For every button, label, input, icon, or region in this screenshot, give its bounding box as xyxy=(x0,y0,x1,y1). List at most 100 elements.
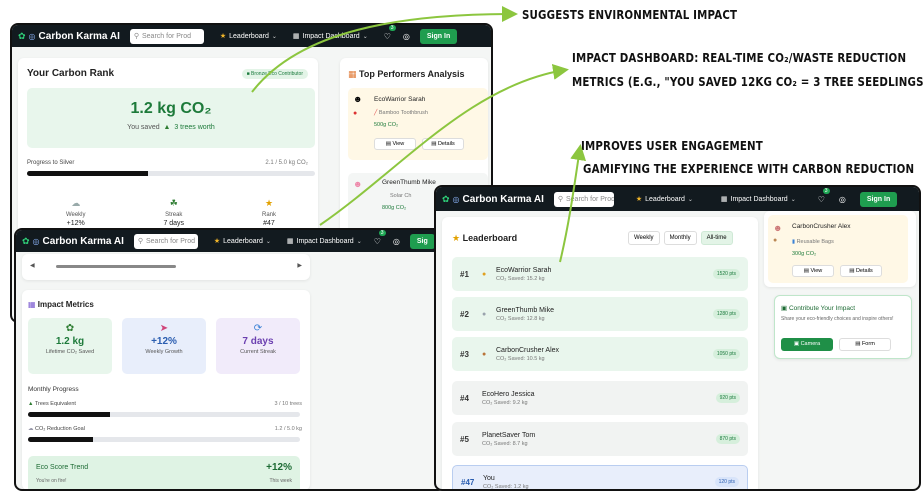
trees-label-text: Trees Equivalent xyxy=(34,401,76,407)
row-rank: #5 xyxy=(460,434,469,444)
search-placeholder: Search for Prod xyxy=(566,195,614,203)
notification-bell[interactable]: ♡ 3 xyxy=(384,25,396,41)
search-icon: ⚲ xyxy=(133,33,139,40)
trees-progress-bar xyxy=(28,412,300,417)
performer-card-3: ☻ CarbonCrusher Alex ● ▮ Reusable Bags 3… xyxy=(768,215,908,283)
app-logo[interactable]: ✿ ◎ Carbon Karma AI xyxy=(442,194,544,205)
annotation-environmental: SUGGESTS ENVIRONMENTAL IMPACT xyxy=(522,7,738,22)
leaf-icon: ✿ xyxy=(65,323,75,334)
stat-streak: ☘ Streak 7 days xyxy=(163,198,184,227)
view-label: View xyxy=(392,141,405,147)
view-button[interactable]: ▤ View xyxy=(374,138,416,150)
tab-weekly[interactable]: Weekly xyxy=(628,231,660,245)
form-label: Form xyxy=(861,341,875,347)
progress-bar-fill xyxy=(27,171,148,176)
performer-name: CarbonCrusher Alex xyxy=(792,223,851,230)
scrollbar-thumb[interactable] xyxy=(56,265,176,268)
chart-icon: ▦ xyxy=(720,196,728,203)
sign-in-button[interactable]: Sign In xyxy=(859,191,898,207)
row-user: EcoWarrior Sarah CO₂ Saved: 15.2 kg xyxy=(496,267,713,282)
tab-monthly[interactable]: Monthly xyxy=(663,231,697,245)
chevron-down-icon: ⌄ xyxy=(790,196,796,203)
trees-label: ▲ Trees Equivalent xyxy=(28,401,76,407)
search-input[interactable]: ⚲ Search for Prod xyxy=(133,233,198,249)
collage-canvas: { "annotations": { "a1": "SUGGESTS ENVIR… xyxy=(0,0,924,493)
progress-label: Progress to Silver xyxy=(27,160,75,166)
notification-bell[interactable]: ♡ 3 xyxy=(817,187,830,204)
co2-amount: 1.2 kg CO₂ xyxy=(130,100,212,117)
product-co2: 800g CO₂ xyxy=(382,205,407,211)
nav-impact-dashboard[interactable]: ▦ Impact Dashboard ⌄ xyxy=(287,237,362,246)
points-badge: 120 pts xyxy=(714,477,739,487)
co2-summary: 1.2 kg CO₂ You saved ▲ 3 trees worth xyxy=(27,88,315,148)
form-button[interactable]: ▤ Form xyxy=(839,338,891,351)
eco-trend-box: Eco Score Trend +12% You're on fire! Thi… xyxy=(28,456,300,489)
notification-badge: 3 xyxy=(388,24,396,31)
leaderboard-row[interactable]: #3 ● CarbonCrusher Alex CO₂ Saved: 10.5 kg 1… xyxy=(452,337,748,371)
camera-button[interactable]: ▣ Camera xyxy=(781,338,833,351)
impact-metrics-title-text: Impact Metrics xyxy=(37,300,94,309)
row-rank: #3 xyxy=(460,349,469,359)
row-saved: CO₂ Saved: 8.7 kg xyxy=(482,440,528,447)
trophy-icon: ★ xyxy=(219,33,227,40)
cloud-icon: ☁ xyxy=(28,426,34,432)
metric-tile-growth: ➤ +12% Weekly Growth xyxy=(122,318,206,374)
stat-rank: ★ Rank #47 xyxy=(262,198,276,227)
scroll-left-icon[interactable]: ◀ xyxy=(30,262,35,269)
product-name: Bamboo Toothbrush xyxy=(378,110,428,116)
sign-in-button[interactable]: Sign In xyxy=(419,28,458,44)
leaderboard-row[interactable]: #1 ● EcoWarrior Sarah CO₂ Saved: 15.2 kg 152… xyxy=(452,257,748,291)
row-saved: CO₂ Saved: 15.2 kg xyxy=(496,275,545,282)
search-input[interactable]: ⚲ Search for Prod xyxy=(553,191,614,207)
row-rank: #2 xyxy=(460,309,469,319)
notification-badge: 3 xyxy=(378,229,386,236)
annotation-dashboard-line1: IMPACT DASHBOARD: REAL-TIME CO₂/WASTE RE… xyxy=(572,50,907,65)
language-globe-icon[interactable]: ◎ xyxy=(403,32,410,41)
leaderboard-row[interactable]: #47 You CO₂ Saved: 1.2 kg 120 pts xyxy=(452,465,748,489)
tab-all-time[interactable]: All-time xyxy=(700,231,733,245)
view-button[interactable]: ▤ View xyxy=(792,265,834,277)
row-name: PlanetSaver Tom xyxy=(482,431,536,439)
chart-icon: ▦ xyxy=(292,33,300,40)
performer-card-1: ☻ EcoWarrior Sarah ● ╱ Bamboo Toothbrush… xyxy=(348,88,488,160)
details-label: Details xyxy=(437,141,455,147)
nav-leaderboard-label: Leaderboard xyxy=(645,195,685,203)
product-label: ▮ Reusable Bags xyxy=(792,239,834,245)
nav-leaderboard[interactable]: ★ Leaderboard ⌄ xyxy=(214,237,271,246)
language-globe-icon[interactable]: ◎ xyxy=(393,237,400,246)
metric-label: Current Streak xyxy=(240,349,276,355)
chevron-down-icon: ⌄ xyxy=(356,238,362,245)
saved-prefix: You saved xyxy=(127,124,160,131)
sign-in-button[interactable]: Sig xyxy=(409,233,435,249)
details-button[interactable]: ▤ Details xyxy=(422,138,464,150)
bell-icon: ♡ xyxy=(817,194,825,204)
notification-bell[interactable]: ♡ 3 xyxy=(374,230,386,246)
nav-impact-dashboard[interactable]: ▦ Impact Dashboard ⌄ xyxy=(292,32,368,41)
nav-leaderboard[interactable]: ★ Leaderboard ⌄ xyxy=(636,195,693,204)
scroll-right-icon[interactable]: ▶ xyxy=(297,262,302,269)
performer-name: EcoWarrior Sarah xyxy=(374,96,426,103)
app-logo[interactable]: ✿ ◎ Carbon Karma AI xyxy=(18,31,120,42)
chart-icon: ▦ xyxy=(28,300,36,309)
leaderboard-row[interactable]: #5 PlanetSaver Tom CO₂ Saved: 8.7 kg 870 pt… xyxy=(452,422,748,456)
side-performer-card: ☻ CarbonCrusher Alex ● ▮ Reusable Bags 3… xyxy=(764,211,916,287)
stat-streak-label: Streak xyxy=(165,212,183,218)
row-saved: CO₂ Saved: 12.8 kg xyxy=(496,315,545,322)
product-label: Solar Ch xyxy=(390,193,412,199)
nav-impact-dashboard[interactable]: ▦ Impact Dashboard ⌄ xyxy=(720,195,796,204)
points-badge: 1050 pts xyxy=(712,349,740,359)
nav-leaderboard[interactable]: ★ Leaderboard ⌄ xyxy=(219,32,277,41)
language-globe-icon[interactable]: ◎ xyxy=(839,195,846,204)
details-button[interactable]: ▤ Details xyxy=(840,265,882,277)
navbar: ✿ ◎ Carbon Karma AI ⚲ Search for Prod ★ … xyxy=(12,25,491,47)
co2-goal-progress-bar xyxy=(28,437,300,442)
progress-bar xyxy=(27,171,315,176)
row-name: You xyxy=(483,474,495,482)
leaderboard-row[interactable]: #4 EcoHero Jessica CO₂ Saved: 9.2 kg 920 pt… xyxy=(452,381,748,415)
leaf-icon: ✿ xyxy=(18,30,26,41)
leaderboard-row[interactable]: #2 ● GreenThumb Mike CO₂ Saved: 12.8 kg 1280… xyxy=(452,297,748,331)
app-logo[interactable]: ✿ ◎ Carbon Karma AI xyxy=(22,236,124,247)
search-input[interactable]: ⚲ Search for Prod xyxy=(129,28,204,44)
nav-impact-label: Impact Dashboard xyxy=(730,195,788,203)
app-title: Carbon Karma AI xyxy=(38,30,120,42)
